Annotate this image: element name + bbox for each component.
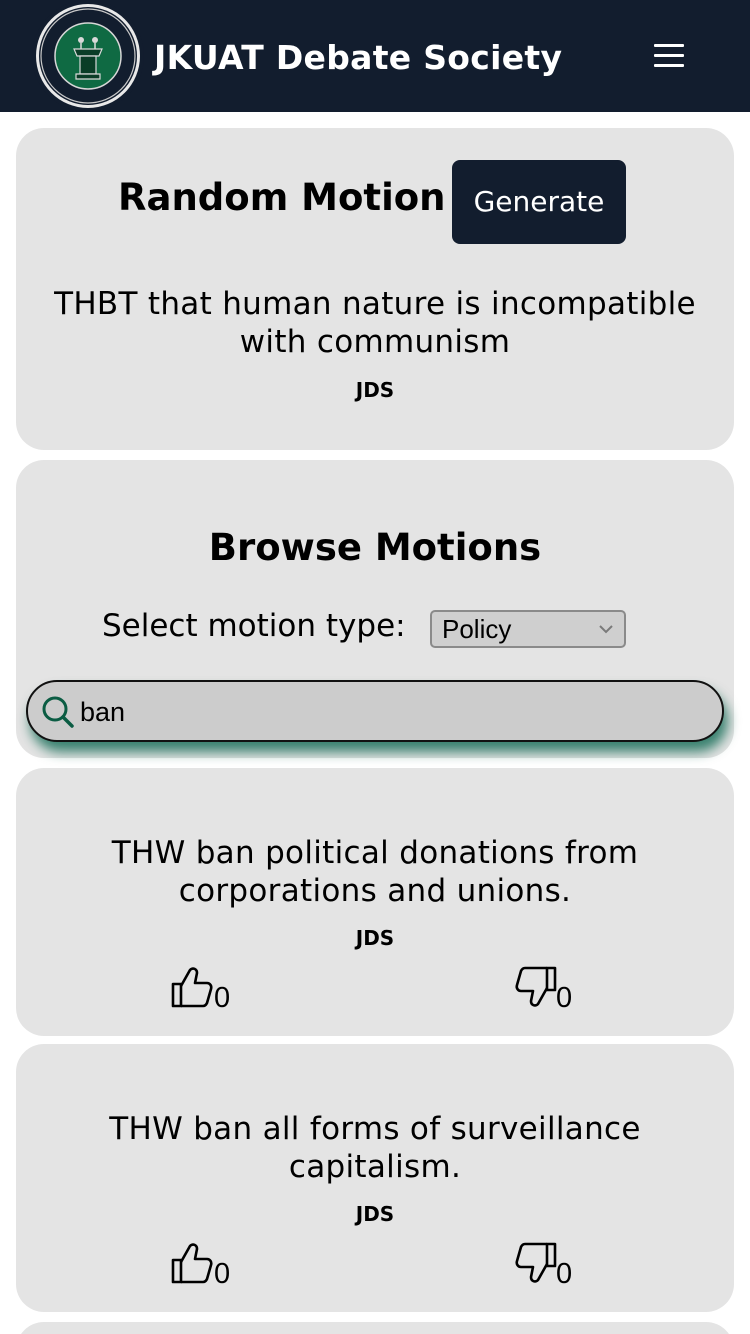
random-motion-card: Random Motion Generate THBT that human n… <box>16 128 734 450</box>
dislike-button[interactable]: 0 <box>512 1240 592 1290</box>
motion-card-partial <box>16 1322 734 1334</box>
motion-source: JDS <box>355 1202 395 1226</box>
app-header: JKUAT Debate Society <box>0 0 750 112</box>
like-count: 0 <box>214 1258 231 1290</box>
motion-type-label: Select motion type: <box>102 608 406 644</box>
motion-card: THW ban political donations from corpora… <box>16 768 734 1036</box>
society-logo[interactable] <box>32 0 144 112</box>
motion-type-value: Policy <box>442 614 512 644</box>
society-logo-emblem <box>36 4 140 108</box>
hamburger-menu-icon[interactable] <box>650 40 688 76</box>
dislike-count: 0 <box>556 1258 573 1290</box>
search-input[interactable] <box>80 692 700 732</box>
motion-text: THW ban political donations from corpora… <box>111 835 639 909</box>
random-motion-title: Random Motion <box>118 176 446 219</box>
chevron-down-icon <box>599 625 613 634</box>
site-title: JKUAT Debate Society <box>154 38 563 77</box>
thumbs-down-icon <box>515 966 557 1007</box>
motion-card: THW ban all forms of surveillance capita… <box>16 1044 734 1312</box>
thumbs-up-icon <box>171 967 213 1008</box>
search-icon <box>42 696 74 728</box>
motion-text: THW ban all forms of surveillance capita… <box>109 1111 641 1185</box>
thumbs-up-icon <box>171 1243 213 1284</box>
motion-type-select[interactable]: Policy <box>430 610 626 648</box>
search-bar[interactable] <box>26 680 724 742</box>
browse-motions-title: Browse Motions <box>208 526 542 569</box>
random-motion-text: THBT that human nature is incompatible w… <box>54 286 696 360</box>
generate-button[interactable]: Generate <box>452 160 626 244</box>
like-button[interactable]: 0 <box>170 1240 250 1290</box>
dislike-count: 0 <box>556 982 573 1014</box>
random-motion-source: JDS <box>355 378 395 402</box>
dislike-button[interactable]: 0 <box>512 964 592 1014</box>
like-button[interactable]: 0 <box>170 964 250 1014</box>
browse-motions-card: Browse Motions Select motion type: Polic… <box>16 460 734 758</box>
like-count: 0 <box>214 982 231 1014</box>
motion-source: JDS <box>355 926 395 950</box>
thumbs-down-icon <box>515 1242 557 1283</box>
